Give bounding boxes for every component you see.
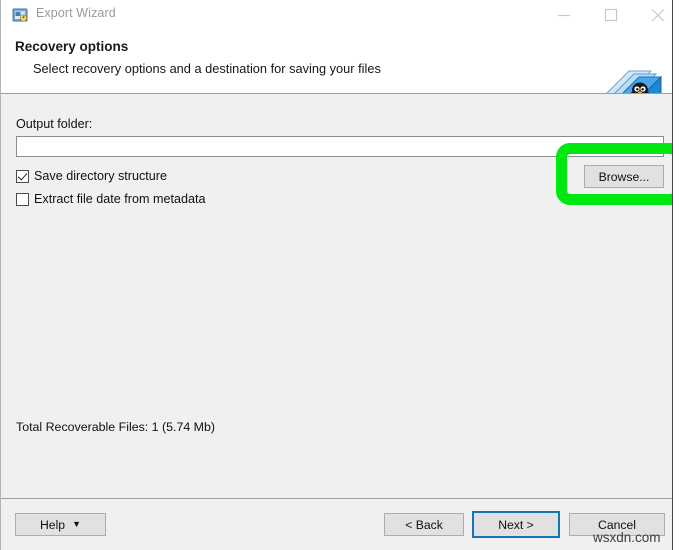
help-button-label: Help bbox=[40, 517, 66, 532]
next-button[interactable]: Next > bbox=[472, 511, 560, 538]
maximize-icon[interactable] bbox=[588, 0, 634, 30]
total-recoverable-files-status: Total Recoverable Files: 1 (5.74 Mb) bbox=[16, 420, 216, 434]
export-wizard-window: Export Wizard Recovery options Select re… bbox=[0, 0, 679, 550]
checkbox-label: Extract file date from metadata bbox=[34, 192, 206, 206]
page-title: Recovery options bbox=[15, 39, 129, 54]
window-right-margin bbox=[673, 0, 679, 550]
back-button[interactable]: < Back bbox=[384, 513, 464, 536]
wizard-footer: Help ▼ < Back Next > Cancel bbox=[1, 499, 672, 550]
window-title: Export Wizard bbox=[36, 6, 116, 20]
page-subtitle: Select recovery options and a destinatio… bbox=[33, 61, 381, 76]
checkbox-unchecked-icon[interactable] bbox=[16, 192, 29, 206]
checkbox-checked-icon[interactable] bbox=[16, 169, 29, 183]
checkbox-label: Save directory structure bbox=[34, 169, 167, 183]
chevron-down-icon: ▼ bbox=[72, 519, 81, 529]
checkbox-save-directory-structure[interactable]: Save directory structure bbox=[16, 167, 167, 185]
wizard-body: Output folder: Browse... Save directory … bbox=[1, 94, 672, 498]
watermark: wsxdn.com bbox=[593, 530, 661, 545]
minimize-icon[interactable] bbox=[541, 0, 587, 30]
export-wizard-icon bbox=[12, 7, 29, 23]
wizard-header: Recovery options Select recovery options… bbox=[1, 30, 672, 119]
output-folder-input[interactable] bbox=[16, 136, 664, 157]
title-bar[interactable]: Export Wizard bbox=[1, 0, 672, 30]
help-button[interactable]: Help ▼ bbox=[15, 513, 106, 536]
output-folder-label: Output folder: bbox=[16, 117, 93, 131]
browse-button[interactable]: Browse... bbox=[584, 165, 664, 188]
checkbox-extract-file-date[interactable]: Extract file date from metadata bbox=[16, 190, 206, 208]
